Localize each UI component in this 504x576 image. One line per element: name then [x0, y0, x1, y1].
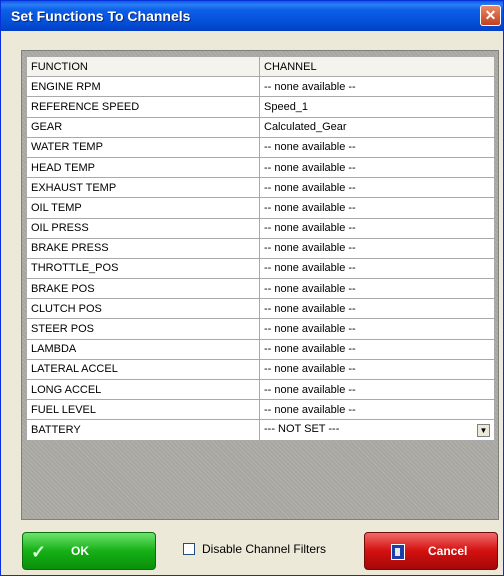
channel-value: Speed_1 — [264, 100, 309, 113]
function-cell: GEAR — [26, 116, 260, 138]
channel-value: Calculated_Gear — [264, 121, 347, 134]
close-icon: ✕ — [484, 7, 497, 23]
function-cell: CLUTCH POS — [26, 298, 260, 320]
channel-value: -- none available -- — [264, 323, 356, 336]
table-row[interactable]: LAMBDA -- none available -- — [26, 338, 495, 360]
table-row[interactable]: WATER TEMP -- none available -- — [26, 136, 495, 158]
channel-value: -- none available -- — [264, 343, 356, 356]
table-row[interactable]: ENGINE RPM -- none available -- — [26, 76, 495, 98]
table-row[interactable]: FUEL LEVEL -- none available -- — [26, 399, 495, 421]
table-header-row: FUNCTION CHANNEL — [26, 55, 495, 78]
function-cell: EXHAUST TEMP — [26, 177, 260, 199]
channel-value: -- none available -- — [264, 383, 356, 396]
channel-cell[interactable]: -- none available -- — [259, 399, 495, 421]
channel-cell[interactable]: -- none available -- — [259, 76, 495, 98]
channel-cell[interactable]: -- none available -- — [259, 278, 495, 300]
function-cell: WATER TEMP — [26, 136, 260, 158]
ok-button-label: OK — [71, 544, 89, 558]
disable-filters-label: Disable Channel Filters — [202, 542, 327, 556]
function-cell: OIL TEMP — [26, 197, 260, 219]
channel-value: -- none available -- — [264, 161, 356, 174]
table-row[interactable]: LONG ACCEL -- none available -- — [26, 378, 495, 401]
channel-cell[interactable]: -- none available -- — [259, 197, 495, 219]
channel-cell[interactable]: Calculated_Gear — [259, 116, 495, 138]
channel-value: -- none available -- — [264, 403, 356, 416]
channel-value: --- NOT SET --- — [264, 422, 340, 435]
function-cell: ENGINE RPM — [26, 76, 260, 98]
channel-cell[interactable]: -- none available -- — [259, 217, 495, 239]
channel-cell[interactable]: ▼ --- NOT SET --- — [259, 419, 495, 441]
table-row[interactable]: THROTTLE_POS -- none available -- — [26, 257, 495, 280]
function-cell: REFERENCE SPEED — [26, 96, 260, 118]
function-cell: BATTERY — [26, 419, 260, 441]
channel-value: -- none available -- — [264, 242, 356, 255]
cancel-button-label: Cancel — [428, 544, 468, 558]
table-row[interactable]: BRAKE POS -- none available -- — [26, 278, 495, 300]
channel-cell[interactable]: -- none available -- — [259, 136, 495, 158]
table-row[interactable]: EXHAUST TEMP -- none available -- — [26, 177, 495, 199]
check-icon: ✓ — [31, 542, 47, 562]
channel-cell[interactable]: -- none available -- — [259, 318, 495, 340]
channel-cell[interactable]: -- none available -- — [259, 177, 495, 199]
channel-cell[interactable]: -- none available -- — [259, 257, 495, 280]
channel-value: -- none available -- — [264, 262, 356, 275]
function-cell: BRAKE POS — [26, 278, 260, 300]
column-header-function: FUNCTION — [26, 55, 260, 78]
channel-value: -- none available -- — [264, 302, 356, 315]
dropdown-arrow-icon[interactable]: ▼ — [477, 423, 490, 437]
channel-value: -- none available -- — [264, 80, 356, 93]
channel-cell[interactable]: -- none available -- — [259, 358, 495, 381]
function-cell: THROTTLE_POS — [26, 257, 260, 280]
table-row[interactable]: OIL PRESS -- none available -- — [26, 217, 495, 239]
table-row[interactable]: BRAKE PRESS -- none available -- — [26, 237, 495, 259]
window-title: Set Functions To Channels — [11, 8, 191, 24]
column-header-channel: CHANNEL — [259, 55, 495, 78]
function-cell: HEAD TEMP — [26, 156, 260, 179]
channel-cell[interactable]: Speed_1 — [259, 96, 495, 118]
channel-value: -- none available -- — [264, 201, 356, 214]
function-cell: FUEL LEVEL — [26, 399, 260, 421]
function-cell: LAMBDA — [26, 338, 260, 360]
channel-value: -- none available -- — [264, 181, 356, 194]
channel-cell[interactable]: -- none available -- — [259, 237, 495, 259]
channel-cell[interactable]: -- none available -- — [259, 156, 495, 179]
title-bar[interactable]: Set Functions To Channels ✕ — [1, 1, 503, 31]
channel-value: -- none available -- — [264, 363, 356, 376]
ok-button[interactable]: ✓ OK — [22, 532, 156, 570]
function-cell: STEER POS — [26, 318, 260, 340]
channel-cell[interactable]: -- none available -- — [259, 378, 495, 401]
channel-cell[interactable]: -- none available -- — [259, 338, 495, 360]
channel-value: -- none available -- — [264, 222, 356, 235]
dialog-window: Set Functions To Channels ✕ FUNCTION CHA… — [0, 0, 504, 576]
channel-cell[interactable]: -- none available -- — [259, 298, 495, 320]
function-cell: BRAKE PRESS — [26, 237, 260, 259]
function-channel-table: FUNCTION CHANNEL ENGINE RPM -- none avail… — [26, 55, 495, 441]
table-row[interactable]: LATERAL ACCEL -- none available -- — [26, 358, 495, 381]
channel-value: -- none available -- — [264, 282, 356, 295]
table-row[interactable]: REFERENCE SPEED Speed_1 — [26, 96, 495, 118]
exit-door-icon — [391, 544, 405, 560]
table-row[interactable]: OIL TEMP -- none available -- — [26, 197, 495, 219]
function-cell: LONG ACCEL — [26, 378, 260, 401]
function-cell: OIL PRESS — [26, 217, 260, 239]
channel-value: -- none available -- — [264, 141, 356, 154]
function-cell: LATERAL ACCEL — [26, 358, 260, 381]
table-row[interactable]: CLUTCH POS -- none available -- — [26, 298, 495, 320]
table-row[interactable]: HEAD TEMP -- none available -- — [26, 156, 495, 179]
cancel-button[interactable]: Cancel — [364, 532, 498, 570]
table-row[interactable]: BATTERY ▼ --- NOT SET --- — [26, 419, 495, 441]
channel-grid-panel: FUNCTION CHANNEL ENGINE RPM -- none avail… — [21, 50, 499, 520]
table-row[interactable]: GEAR Calculated_Gear — [26, 116, 495, 138]
table-row[interactable]: STEER POS -- none available -- — [26, 318, 495, 340]
disable-filters-checkbox[interactable] — [183, 543, 195, 555]
close-button[interactable]: ✕ — [480, 5, 501, 26]
